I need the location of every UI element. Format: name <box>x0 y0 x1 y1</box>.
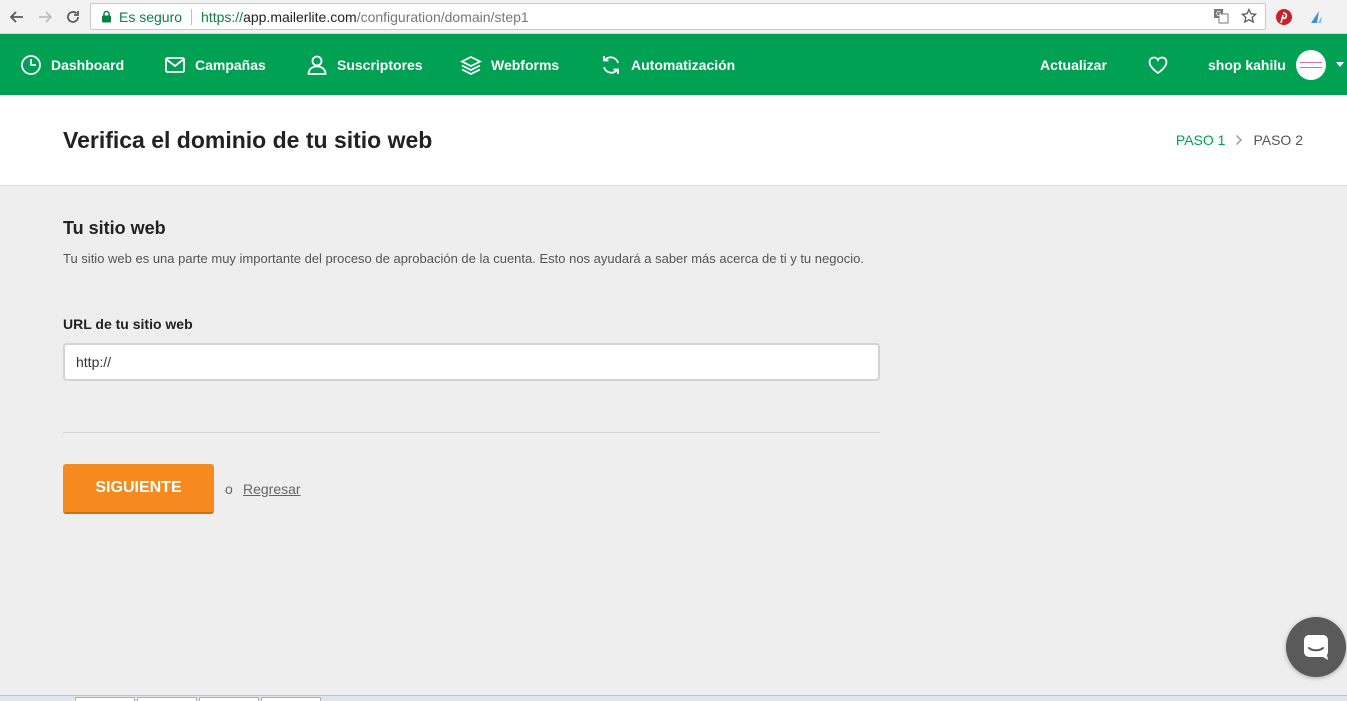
lock-icon <box>101 10 113 24</box>
nav-subscribers[interactable]: Suscriptores <box>306 34 423 95</box>
form-divider <box>63 432 880 433</box>
step-1: PASO 1 <box>1175 132 1226 148</box>
translate-icon[interactable]: G <box>1213 8 1229 27</box>
envelope-icon <box>165 56 185 73</box>
nav-automation-label: Automatización <box>631 56 736 73</box>
url-input[interactable] <box>63 343 880 381</box>
nav-webforms[interactable]: Webforms <box>460 34 559 95</box>
nav-dashboard-label: Dashboard <box>51 56 125 73</box>
taskbar-tab[interactable] <box>199 697 259 701</box>
chat-launcher[interactable] <box>1286 617 1346 677</box>
address-bar[interactable]: Es seguro https://app.mailerlite.com/con… <box>90 3 1266 30</box>
omnibox-divider <box>191 8 193 25</box>
page-header: Verifica el dominio de tu sitio web PASO… <box>0 95 1347 186</box>
page-title: Verifica el dominio de tu sitio web <box>63 127 433 153</box>
nav-subscribers-label: Suscriptores <box>337 56 423 73</box>
section-title: Tu sitio web <box>63 218 166 238</box>
next-button[interactable]: SIGUIENTE <box>63 464 214 514</box>
url-host: app.mailerlite.com <box>243 8 357 25</box>
upgrade-link[interactable]: Actualizar <box>1040 34 1107 95</box>
back-arrow-icon[interactable] <box>6 6 28 28</box>
heart-icon <box>1148 56 1168 74</box>
nav-webforms-label: Webforms <box>491 56 560 73</box>
url-prefix: https:// <box>201 8 244 25</box>
pinterest-icon[interactable] <box>1274 7 1294 27</box>
svg-text:G: G <box>1216 11 1221 18</box>
avatar-logo <box>1300 62 1322 68</box>
chevron-down-icon[interactable] <box>1336 62 1344 67</box>
taskbar-tab[interactable] <box>137 697 197 701</box>
user-icon <box>307 55 327 75</box>
url-path: /configuration/domain/step1 <box>356 8 529 25</box>
nav-campaigns[interactable]: Campañas <box>164 34 266 95</box>
os-taskbar <box>0 695 1347 701</box>
nav-campaigns-label: Campañas <box>195 56 266 73</box>
or-text: o <box>225 481 233 497</box>
taskbar-tab[interactable] <box>75 697 135 701</box>
browser-toolbar: Es seguro https://app.mailerlite.com/con… <box>0 0 1347 34</box>
nav-dashboard[interactable]: Dashboard <box>20 34 124 95</box>
main-navbar: Dashboard Campañas Suscriptores Webforms… <box>0 34 1347 95</box>
forward-arrow-icon[interactable] <box>34 6 56 28</box>
url-field-label: URL de tu sitio web <box>63 316 193 332</box>
clock-icon <box>21 54 41 75</box>
taskbar-tab[interactable] <box>261 697 321 701</box>
reload-icon[interactable] <box>62 6 84 28</box>
secure-label: Es seguro <box>119 8 183 25</box>
refresh-icon <box>603 55 619 74</box>
chat-icon <box>1304 635 1328 660</box>
chevron-right-icon <box>1235 134 1243 146</box>
nav-automation[interactable]: Automatización <box>600 34 735 95</box>
account-name: shop kahilu <box>1208 56 1286 73</box>
extension-icon[interactable] <box>1306 7 1326 27</box>
upgrade-label: Actualizar <box>1040 56 1107 73</box>
account-menu[interactable]: shop kahilu <box>1208 34 1286 95</box>
step-indicator: PASO 1 PASO 2 <box>1176 132 1303 148</box>
step-2: PASO 2 <box>1253 132 1303 148</box>
avatar[interactable] <box>1296 50 1326 80</box>
omnibox-actions: G <box>1213 7 1258 27</box>
back-link[interactable]: Regresar <box>243 481 301 497</box>
layers-icon <box>460 55 482 75</box>
favorites-button[interactable] <box>1147 34 1178 95</box>
section-description: Tu sitio web es una parte muy importante… <box>63 251 864 266</box>
star-icon[interactable] <box>1240 7 1258 27</box>
url-text: https://app.mailerlite.com/configuration… <box>201 9 529 25</box>
